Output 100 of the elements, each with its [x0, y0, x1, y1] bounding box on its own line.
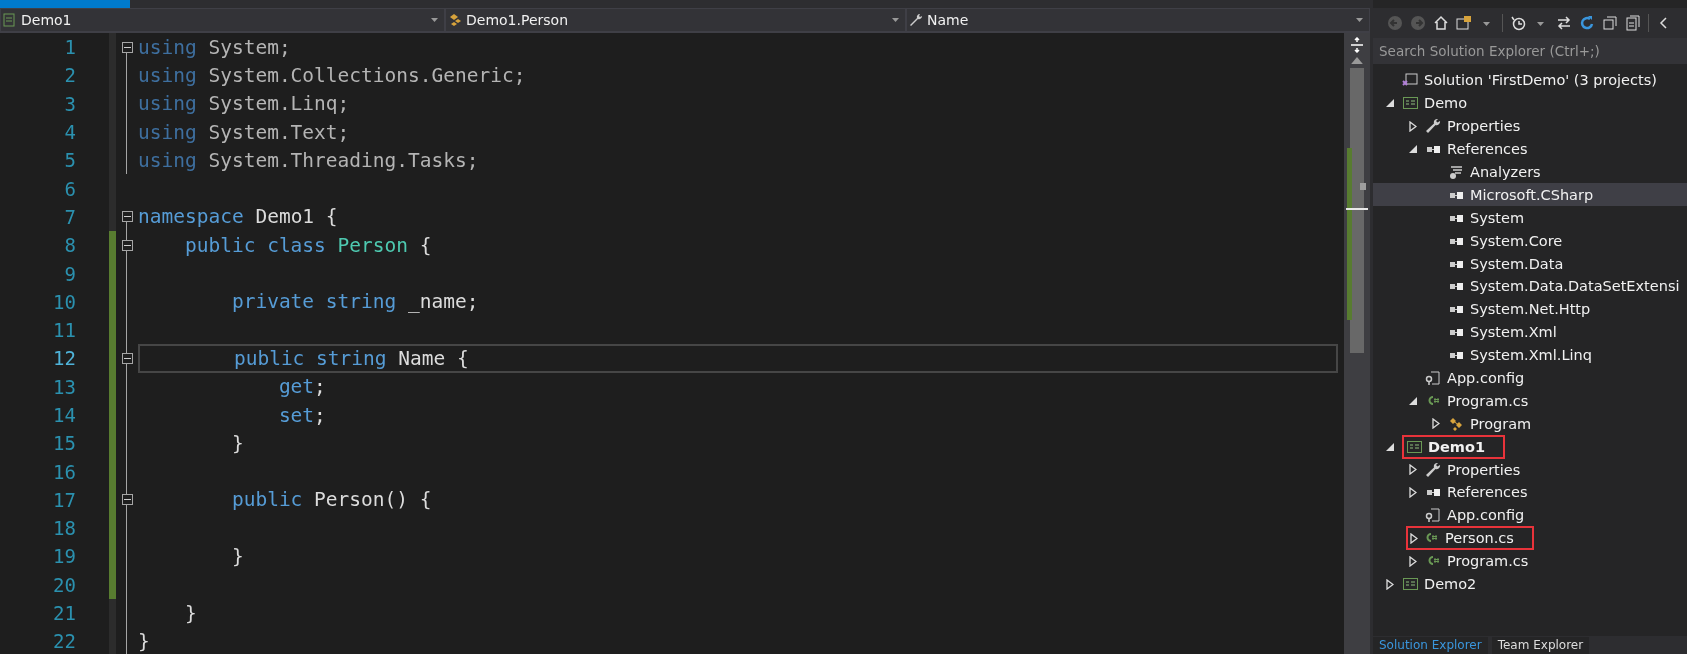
tree-item[interactable]: App.config	[1373, 503, 1687, 527]
tree-item[interactable]: System.Data.DataSetExtensi	[1373, 275, 1687, 298]
tree-item[interactable]: Program	[1373, 412, 1687, 436]
collapse-toggle[interactable]	[121, 352, 133, 364]
tree-item-label: References	[1447, 484, 1528, 501]
expanded-arrow-icon[interactable]	[1386, 442, 1394, 451]
collapsed-arrow-icon[interactable]	[1386, 578, 1394, 590]
wrench-icon	[1425, 461, 1442, 478]
tree-item[interactable]: Solution 'FirstDemo' (3 projects)	[1373, 69, 1687, 92]
refresh-icon[interactable]	[1579, 15, 1595, 31]
line-number: 20	[52, 573, 76, 596]
collapsed-arrow-icon[interactable]	[1432, 418, 1440, 430]
tree-item[interactable]: Microsoft.CSharp	[1373, 183, 1687, 207]
tree-item[interactable]: Analyzers	[1373, 160, 1687, 184]
collapsed-arrow-icon[interactable]	[1409, 120, 1417, 132]
dropdown-caret-icon	[892, 18, 899, 22]
collapsed-arrow-icon[interactable]	[1410, 532, 1418, 544]
line-number: 21	[52, 602, 76, 625]
line-number: 22	[52, 630, 76, 653]
tree-item[interactable]: System.Xml	[1373, 320, 1687, 344]
expanded-arrow-icon[interactable]	[1386, 99, 1394, 108]
tree-item[interactable]: Person.cs	[1373, 526, 1687, 550]
expanded-arrow-icon[interactable]	[1409, 396, 1417, 405]
folder-sync-icon[interactable]	[1456, 15, 1472, 31]
analyzer-icon	[1448, 164, 1465, 180]
code-line: get;	[277, 375, 326, 399]
tree-item[interactable]: References	[1373, 481, 1687, 504]
split-icon[interactable]	[1349, 37, 1365, 53]
collapse-toggle[interactable]	[121, 494, 133, 506]
scroll-thumb[interactable]	[1360, 183, 1366, 190]
tree-item[interactable]: Program.cs	[1373, 389, 1687, 413]
tree-item-label: System.Data	[1470, 255, 1564, 272]
tree-item[interactable]: Properties	[1373, 458, 1687, 482]
line-number: 4	[63, 121, 76, 144]
panel-tab[interactable]: Team Explorer	[1491, 637, 1590, 654]
tree-item[interactable]: App.config	[1373, 366, 1687, 390]
config-file-icon	[1425, 370, 1442, 386]
code-line: using System.Threading.Tasks;	[138, 148, 479, 172]
wrench-icon	[909, 13, 923, 27]
code-line: }	[230, 545, 244, 568]
code-line: set;	[277, 403, 326, 427]
sync-arrows-icon[interactable]	[1556, 15, 1572, 31]
collapse-toggle[interactable]	[121, 239, 133, 251]
line-number: 16	[52, 460, 76, 483]
line-number: 3	[63, 92, 76, 115]
code-line: using System.Collections.Generic;	[138, 63, 526, 87]
project-dropdown[interactable]: Demo1	[0, 8, 445, 32]
line-number: 8	[63, 234, 76, 257]
code-line: namespace Demo1 {	[138, 205, 338, 229]
tree-item[interactable]: References	[1373, 137, 1687, 161]
tree-item-label: System	[1470, 209, 1525, 226]
tree-item[interactable]: System.Core	[1373, 229, 1687, 253]
class-icon	[1448, 415, 1465, 432]
tree-item-label: System.Net.Http	[1470, 301, 1591, 318]
code-line: public string Name {	[232, 346, 469, 370]
tree-item[interactable]: System.Data	[1373, 252, 1687, 275]
collapsed-arrow-icon[interactable]	[1409, 464, 1417, 476]
code-line: }	[230, 431, 244, 455]
collapse-toggle[interactable]	[121, 41, 133, 53]
tree-item-label: Demo1	[1428, 438, 1486, 455]
class-icon	[448, 13, 462, 27]
type-dropdown[interactable]: Demo1.Person	[445, 8, 906, 32]
tree-item[interactable]: Program.cs	[1373, 549, 1687, 573]
member-dropdown[interactable]: Name	[906, 8, 1370, 32]
dropdown-caret-icon	[431, 18, 438, 22]
collapse-all-icon[interactable]	[1602, 15, 1618, 31]
scroll-up-arrow-icon[interactable]	[1351, 57, 1363, 64]
code-line: private string _name;	[230, 290, 479, 314]
line-number: 12	[52, 347, 76, 370]
line-number: 10	[52, 290, 76, 313]
csharp-project-icon	[1402, 95, 1419, 112]
tree-item-label: System.Xml	[1470, 324, 1557, 341]
collapsed-arrow-icon[interactable]	[1409, 555, 1417, 567]
vertical-scrollbar[interactable]	[1344, 33, 1370, 654]
expanded-arrow-icon[interactable]	[1409, 145, 1417, 154]
line-number: 14	[52, 404, 76, 426]
line-number: 11	[52, 319, 76, 342]
dropdown-caret-icon	[1356, 18, 1363, 22]
line-number: 18	[52, 517, 76, 540]
collapsed-arrow-icon[interactable]	[1409, 486, 1417, 498]
tree-item[interactable]: System	[1373, 206, 1687, 230]
csharp-project-icon	[1402, 576, 1419, 593]
collapse-toggle[interactable]	[121, 211, 133, 223]
wrench-icon	[1425, 118, 1442, 135]
tree-item[interactable]: System.Net.Http	[1373, 297, 1687, 321]
home-icon[interactable]	[1433, 15, 1449, 31]
code-line: using System;	[138, 35, 291, 59]
copy-icon[interactable]	[1625, 15, 1641, 31]
tree-item[interactable]: Demo	[1373, 91, 1687, 115]
tree-item[interactable]: Properties	[1373, 114, 1687, 138]
panel-tab[interactable]: Solution Explorer	[1373, 637, 1488, 654]
code-line: }	[183, 601, 197, 625]
tree-item[interactable]: Demo1	[1373, 435, 1687, 459]
tree-item-label: Solution 'FirstDemo' (3 projects)	[1424, 72, 1657, 89]
tree-item[interactable]: Demo2	[1373, 572, 1687, 596]
config-file-icon	[1425, 507, 1442, 524]
line-number: 5	[63, 149, 76, 172]
tree-item[interactable]: System.Xml.Linq	[1373, 343, 1687, 367]
tree-item-label: System.Xml.Linq	[1470, 347, 1592, 364]
history-icon[interactable]	[1510, 15, 1526, 31]
